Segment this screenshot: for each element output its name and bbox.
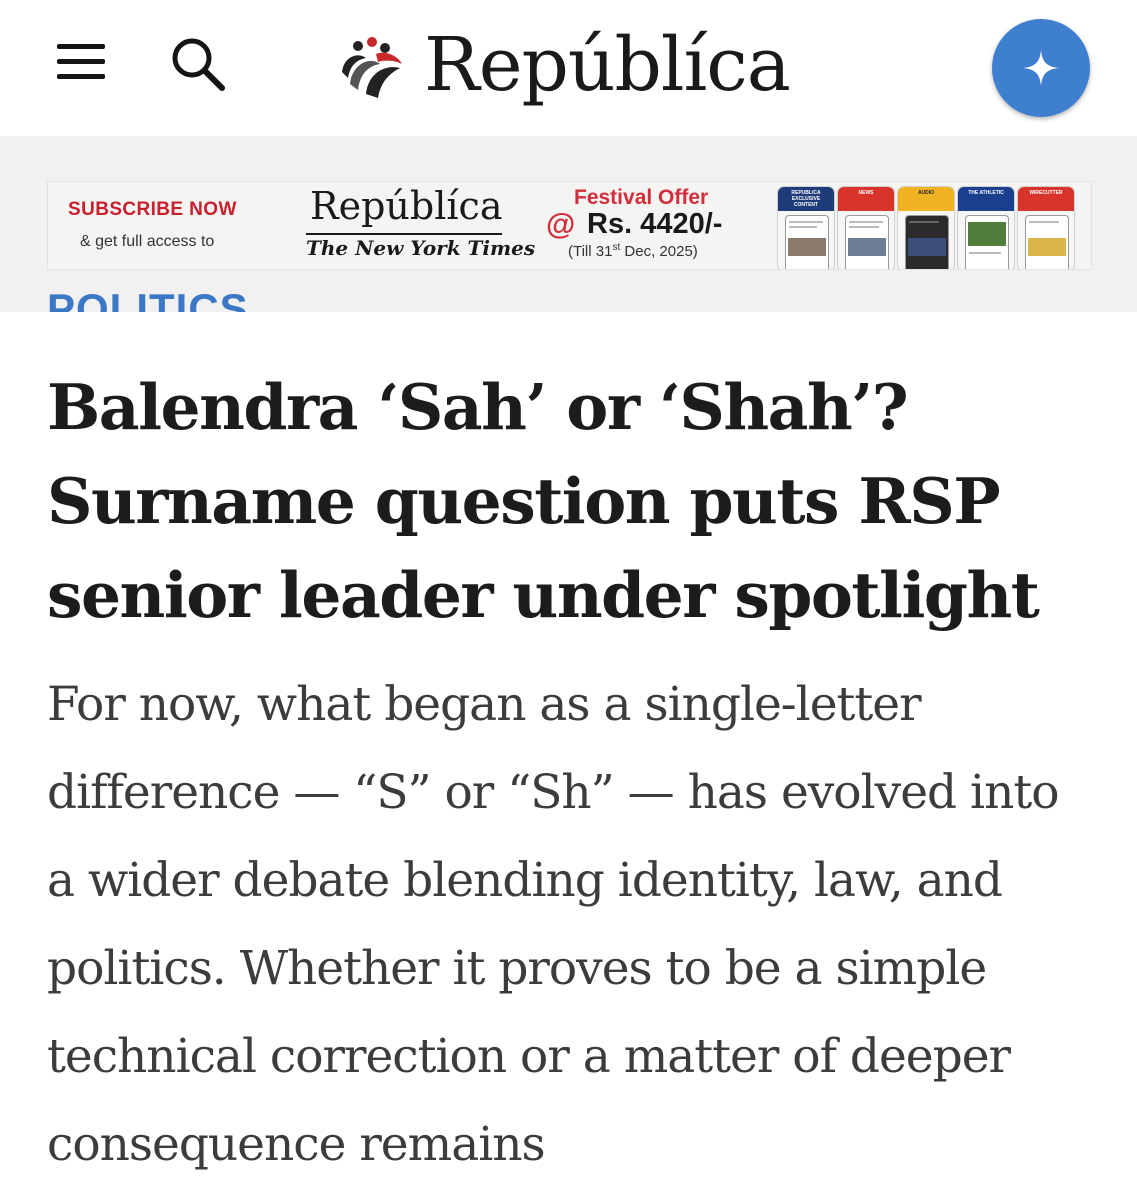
offer-at-symbol: @	[546, 208, 576, 241]
offer-till-pre: (Till 31	[568, 243, 613, 260]
festival-offer-title: Festival Offer	[574, 186, 709, 209]
phone-title: REPUBLICA EXCLUSIVE CONTENT	[791, 190, 821, 208]
phone-text-line	[849, 221, 883, 223]
phone-image	[1028, 238, 1066, 256]
offer-till-post: Dec, 2025)	[620, 243, 698, 260]
phone-text-line	[969, 252, 1001, 254]
phone-text-line	[789, 221, 823, 223]
partner-name: The New York Times	[306, 236, 536, 260]
phone-title: THE ATHLETIC	[968, 190, 1004, 196]
phone-title: WIRECUTTER	[1029, 190, 1063, 196]
phone-screen	[845, 215, 889, 269]
phone-image	[968, 222, 1006, 246]
ad-brand-name: Repúblíca	[310, 184, 503, 228]
full-access-text: & get full access to	[80, 233, 215, 250]
phone-text-line	[849, 226, 879, 228]
subscribe-now-text: SUBSCRIBE NOW	[68, 199, 237, 220]
offer-validity: (Till 31st Dec, 2025)	[568, 242, 698, 260]
article-category[interactable]: POLITICS	[47, 286, 249, 313]
ad-divider	[306, 233, 502, 235]
app-preview-phone: REPUBLICA EXCLUSIVE CONTENT	[777, 186, 835, 269]
site-header: Repúblíca	[0, 0, 1137, 136]
site-logo[interactable]: Repúblíca	[336, 22, 806, 110]
ai-assistant-button[interactable]	[992, 19, 1090, 117]
phone-image	[848, 238, 886, 256]
phone-image	[908, 238, 946, 256]
article-lede: For now, what began as a single-letter d…	[47, 677, 1060, 1172]
phone-image	[788, 238, 826, 256]
offer-price: Rs. 4420/-	[587, 208, 723, 240]
app-preview-phone: NEWS	[837, 186, 895, 269]
app-preview-phone: AUDIO	[897, 186, 955, 269]
search-icon[interactable]	[168, 34, 228, 92]
phone-screen	[1025, 215, 1069, 269]
phone-title: AUDIO	[917, 190, 935, 196]
app-preview-phone: THE ATHLETIC	[957, 186, 1015, 269]
app-preview-phone: WIRECUTTER	[1017, 186, 1075, 269]
phone-text-line	[1029, 221, 1059, 223]
phone-screen	[905, 215, 949, 269]
category-clip: POLITICS	[0, 280, 1137, 313]
brand-name: Repúblíca	[424, 22, 791, 108]
article-body: Balendra ‘Sah’ or ‘Shah’? Surname questi…	[0, 312, 1137, 1200]
phone-text-line	[909, 221, 939, 223]
phone-screen	[965, 215, 1009, 269]
sparkle-icon	[1023, 50, 1059, 86]
phone-title: NEWS	[858, 190, 874, 196]
phone-screen	[785, 215, 829, 269]
republica-logo-mark-icon	[342, 37, 402, 98]
subscription-ad-banner[interactable]: SUBSCRIBE NOW & get full access to Repúb…	[47, 181, 1092, 270]
article-headline: Balendra ‘Sah’ or ‘Shah’? Surname questi…	[47, 370, 1040, 632]
hamburger-menu-icon[interactable]	[57, 44, 105, 80]
phone-text-line	[789, 226, 817, 228]
